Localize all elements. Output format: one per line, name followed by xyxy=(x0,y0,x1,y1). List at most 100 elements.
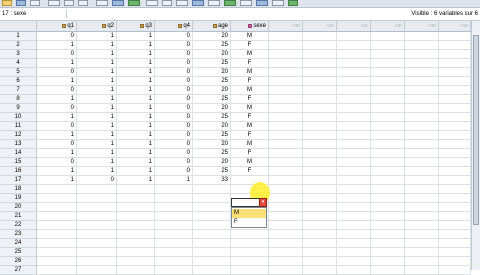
data-cell[interactable] xyxy=(337,41,371,50)
data-cell[interactable]: 25 xyxy=(193,77,231,86)
data-cell[interactable]: M xyxy=(231,122,269,131)
data-cell[interactable]: 20 xyxy=(193,50,231,59)
data-cell[interactable] xyxy=(371,140,405,149)
data-cell[interactable] xyxy=(193,203,231,212)
data-cell[interactable] xyxy=(37,185,77,194)
split-file-icon[interactable] xyxy=(192,0,204,6)
column-header-age[interactable]: age xyxy=(193,21,231,32)
data-cell[interactable] xyxy=(439,104,471,113)
data-cell[interactable]: F xyxy=(231,113,269,122)
goto-variable-icon[interactable] xyxy=(112,0,124,6)
row-number[interactable]: 3 xyxy=(0,50,37,59)
data-cell[interactable] xyxy=(37,266,77,275)
data-cell[interactable] xyxy=(337,248,371,257)
data-cell[interactable] xyxy=(439,32,471,41)
data-cell[interactable]: 20 xyxy=(193,68,231,77)
column-header-q4[interactable]: q4 xyxy=(155,21,193,32)
data-cell[interactable] xyxy=(37,239,77,248)
data-cell[interactable]: 1 xyxy=(77,158,117,167)
select-cases-icon[interactable] xyxy=(224,0,236,6)
data-cell[interactable] xyxy=(303,41,337,50)
data-cell[interactable] xyxy=(371,95,405,104)
data-cell[interactable] xyxy=(155,212,193,221)
data-cell[interactable] xyxy=(405,59,439,68)
column-header-empty[interactable]: var xyxy=(303,21,337,32)
data-cell[interactable] xyxy=(337,230,371,239)
data-cell[interactable] xyxy=(439,176,471,185)
row-number[interactable]: 8 xyxy=(0,95,37,104)
data-cell[interactable] xyxy=(303,176,337,185)
data-cell[interactable] xyxy=(371,77,405,86)
data-cell[interactable] xyxy=(37,221,77,230)
data-cell[interactable] xyxy=(405,194,439,203)
data-cell[interactable]: 0 xyxy=(155,158,193,167)
row-number[interactable]: 21 xyxy=(0,212,37,221)
data-cell[interactable]: 1 xyxy=(37,59,77,68)
data-cell[interactable]: 1 xyxy=(77,140,117,149)
data-cell[interactable]: F xyxy=(231,41,269,50)
data-cell[interactable] xyxy=(405,239,439,248)
data-cell[interactable] xyxy=(405,167,439,176)
data-cell[interactable] xyxy=(155,185,193,194)
data-cell[interactable]: 20 xyxy=(193,86,231,95)
data-cell[interactable] xyxy=(405,230,439,239)
data-cell[interactable] xyxy=(231,257,269,266)
data-cell[interactable] xyxy=(303,239,337,248)
data-cell[interactable] xyxy=(371,122,405,131)
data-cell[interactable] xyxy=(405,149,439,158)
data-cell[interactable] xyxy=(405,104,439,113)
data-cell[interactable]: 1 xyxy=(117,95,155,104)
data-cell[interactable]: 0 xyxy=(155,149,193,158)
data-cell[interactable] xyxy=(337,158,371,167)
data-cell[interactable] xyxy=(371,257,405,266)
row-number[interactable]: 4 xyxy=(0,59,37,68)
data-cell[interactable] xyxy=(269,203,303,212)
data-cell[interactable] xyxy=(439,68,471,77)
data-cell[interactable] xyxy=(371,32,405,41)
data-cell[interactable] xyxy=(37,194,77,203)
data-cell[interactable]: 25 xyxy=(193,41,231,50)
data-cell[interactable] xyxy=(405,113,439,122)
data-cell[interactable] xyxy=(337,212,371,221)
data-cell[interactable] xyxy=(193,230,231,239)
data-cell[interactable] xyxy=(303,248,337,257)
data-cell[interactable] xyxy=(269,95,303,104)
data-cell[interactable] xyxy=(193,221,231,230)
data-cell[interactable]: 1 xyxy=(117,104,155,113)
data-cell[interactable]: M xyxy=(231,86,269,95)
data-cell[interactable] xyxy=(117,221,155,230)
data-cell[interactable]: 0 xyxy=(155,104,193,113)
data-cell[interactable]: 1 xyxy=(77,32,117,41)
data-cell[interactable] xyxy=(77,185,117,194)
data-cell[interactable] xyxy=(337,257,371,266)
data-cell[interactable] xyxy=(371,194,405,203)
data-cell[interactable] xyxy=(371,167,405,176)
data-cell[interactable] xyxy=(193,266,231,275)
data-cell[interactable] xyxy=(269,194,303,203)
data-cell[interactable] xyxy=(269,248,303,257)
data-cell[interactable] xyxy=(371,185,405,194)
insert-variable-icon[interactable] xyxy=(176,0,188,6)
data-cell[interactable]: 25 xyxy=(193,131,231,140)
data-cell[interactable] xyxy=(37,230,77,239)
row-number[interactable]: 26 xyxy=(0,257,37,266)
data-cell[interactable] xyxy=(371,212,405,221)
data-cell[interactable]: 0 xyxy=(37,104,77,113)
data-cell[interactable]: F xyxy=(231,95,269,104)
data-cell[interactable] xyxy=(193,239,231,248)
data-cell[interactable] xyxy=(193,248,231,257)
data-cell[interactable] xyxy=(269,50,303,59)
use-sets-icon[interactable] xyxy=(256,0,268,6)
data-cell[interactable] xyxy=(231,248,269,257)
data-cell[interactable] xyxy=(37,257,77,266)
grid-corner[interactable] xyxy=(0,21,37,32)
data-cell[interactable] xyxy=(337,140,371,149)
column-header-sexe[interactable]: sexe xyxy=(231,21,269,32)
data-cell[interactable]: 1 xyxy=(77,50,117,59)
row-number[interactable]: 23 xyxy=(0,230,37,239)
data-cell[interactable]: 1 xyxy=(77,113,117,122)
data-cell[interactable]: 1 xyxy=(117,149,155,158)
data-cell[interactable] xyxy=(269,167,303,176)
data-cell[interactable] xyxy=(405,50,439,59)
column-header-q1[interactable]: q1 xyxy=(37,21,77,32)
